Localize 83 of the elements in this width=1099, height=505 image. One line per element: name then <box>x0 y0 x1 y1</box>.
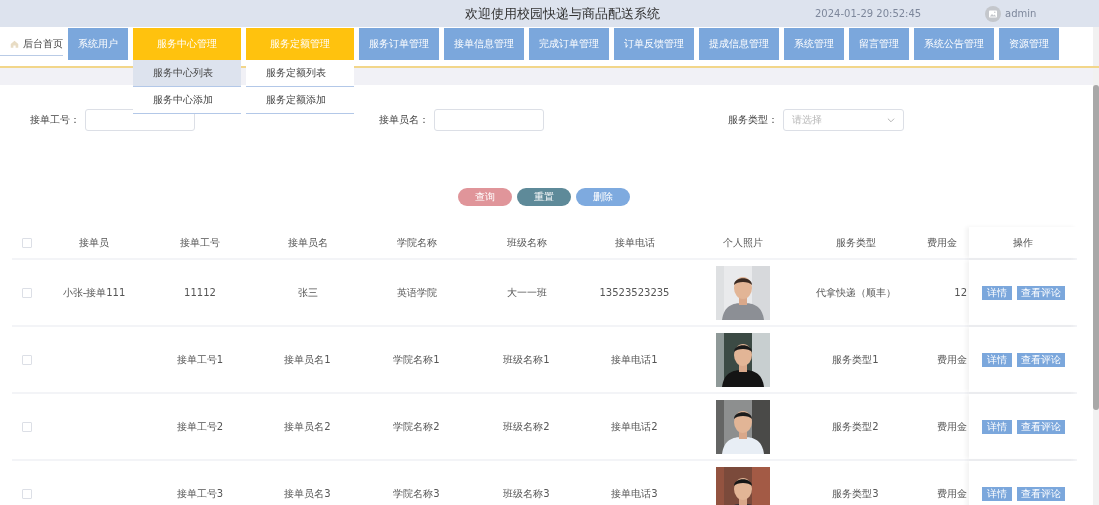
column-header: 费用金 <box>926 235 957 250</box>
table-cell: 班级名称3 <box>503 486 550 501</box>
table-cell: 学院名称2 <box>393 419 440 434</box>
table-cell: 接单员名1 <box>284 352 331 367</box>
nav-menu-button[interactable]: 系统用户 <box>68 28 128 60</box>
table-cell: 接单电话3 <box>611 486 658 501</box>
column-header: 服务类型 <box>835 235 876 250</box>
table-cell: 张三 <box>297 285 318 300</box>
chevron-down-icon <box>887 117 895 123</box>
avatar-image-icon[interactable] <box>985 5 1001 22</box>
table-cell: 班级名称2 <box>503 419 550 434</box>
table-cell: 12 <box>954 287 967 298</box>
field-label: 接单员名： <box>379 113 430 127</box>
checkbox[interactable] <box>22 488 32 499</box>
view-comments-button[interactable]: 查看评论 <box>1016 486 1065 501</box>
table-cell: 大一一班 <box>506 285 547 300</box>
nav-menu-button[interactable]: 完成订单管理 <box>529 28 609 60</box>
table-cell: 英语学院 <box>396 285 437 300</box>
nav-menu-button[interactable]: 留言管理 <box>849 28 909 60</box>
field-label: 服务类型： <box>728 113 779 127</box>
checkbox[interactable] <box>22 354 32 365</box>
nav-menu-button[interactable]: 服务中心管理 <box>133 28 241 60</box>
details-button[interactable]: 详情 <box>981 486 1012 501</box>
nav-menu-button[interactable]: 服务定额管理 <box>246 28 354 60</box>
table-cell: 费用金 <box>937 352 967 367</box>
field-label: 接单工号： <box>30 113 81 127</box>
view-comments-button[interactable]: 查看评论 <box>1016 285 1065 300</box>
table-cell: 接单工号3 <box>176 486 224 501</box>
nav-menu-button[interactable]: 服务订单管理 <box>359 28 439 60</box>
table-cell: 小张-接单111 <box>62 285 126 300</box>
column-header: 班级名称 <box>506 235 547 250</box>
delete-button[interactable]: 删除 <box>576 188 630 206</box>
checkbox[interactable] <box>22 287 32 298</box>
nav-menu-button[interactable]: 资源管理 <box>999 28 1059 60</box>
select-field[interactable]: 请选择 <box>783 109 904 131</box>
table-cell: 接单员名3 <box>284 486 331 501</box>
scrollbar[interactable] <box>1093 27 1099 505</box>
table-cell: 服务类型1 <box>832 352 879 367</box>
table-cell: 接单电话2 <box>611 419 658 434</box>
table-cell: 学院名称3 <box>393 486 440 501</box>
home-tab[interactable]: 后台首页 <box>0 32 63 56</box>
nav-menu-button[interactable]: 系统管理 <box>784 28 844 60</box>
table-cell: 13523523235 <box>599 287 670 298</box>
details-button[interactable]: 详情 <box>981 285 1012 300</box>
table-cell: 接单工号1 <box>176 352 224 367</box>
table-cell: 班级名称1 <box>503 352 550 367</box>
nav-menu-button[interactable]: 提成信息管理 <box>699 28 779 60</box>
column-header: 接单员 <box>79 235 109 250</box>
column-header: 操作 <box>1013 235 1033 250</box>
table-cell: 服务类型2 <box>832 419 879 434</box>
dropdown-item[interactable]: 服务中心列表 <box>133 60 241 87</box>
input-field[interactable] <box>434 109 544 131</box>
search-button[interactable]: 查询 <box>458 188 512 206</box>
home-label[interactable]: 后台首页 <box>23 36 63 51</box>
nav-menu-button[interactable]: 订单反馈管理 <box>614 28 694 60</box>
table-cell: 接单员名2 <box>284 419 331 434</box>
table-cell: 接单电话1 <box>611 352 658 367</box>
column-header: 接单电话 <box>614 235 655 250</box>
table-cell: 学院名称1 <box>393 352 440 367</box>
view-comments-button[interactable]: 查看评论 <box>1016 352 1065 367</box>
checkbox[interactable] <box>22 421 32 432</box>
details-button[interactable]: 详情 <box>981 352 1012 367</box>
table-cell: 费用金 <box>937 419 967 434</box>
scrollbar-thumb[interactable] <box>1093 85 1099 410</box>
column-header: 学院名称 <box>396 235 437 250</box>
date-time: 2024-01-29 20:52:45 <box>815 8 922 19</box>
table-cell: 费用金 <box>937 486 967 501</box>
window-title: 欢迎使用校园快递与商品配送系统 <box>464 4 661 23</box>
nav-menu-button[interactable]: 系统公告管理 <box>914 28 994 60</box>
column-header: 接单员名 <box>287 235 328 250</box>
view-comments-button[interactable]: 查看评论 <box>1016 419 1065 434</box>
column-header: 接单工号 <box>180 235 220 250</box>
table-cell: 代拿快递（顺丰） <box>815 285 896 300</box>
details-button[interactable]: 详情 <box>981 419 1012 434</box>
reset-button[interactable]: 重置 <box>517 188 571 206</box>
table-cell: 接单工号2 <box>176 419 224 434</box>
home-icon <box>10 38 19 49</box>
checkbox[interactable] <box>22 237 32 248</box>
user-name[interactable]: admin <box>1005 8 1037 19</box>
table-cell: 服务类型3 <box>832 486 879 501</box>
table-cell: 11112 <box>184 287 216 298</box>
column-header: 个人照片 <box>722 235 763 250</box>
nav-menu-button[interactable]: 接单信息管理 <box>444 28 524 60</box>
